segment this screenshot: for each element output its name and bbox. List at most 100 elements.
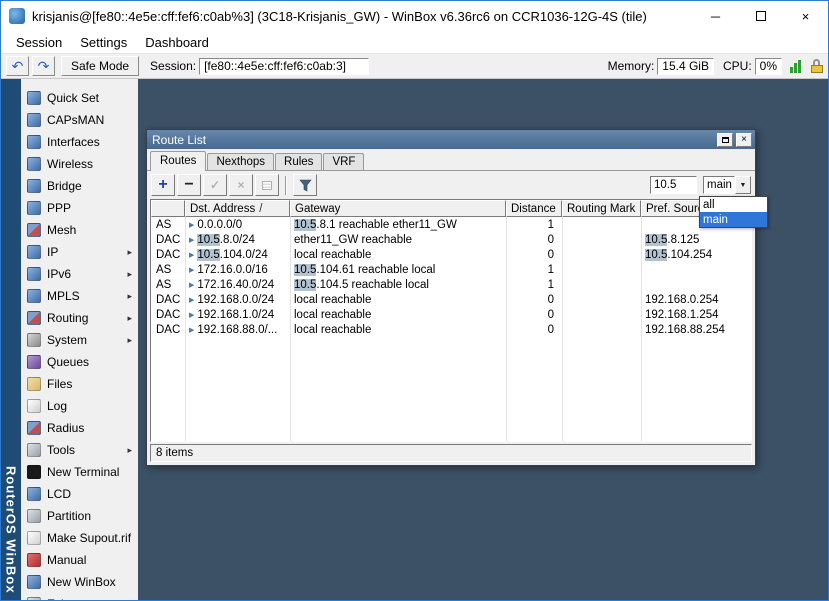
dropdown-option-all[interactable]: all [700,197,767,212]
table-row[interactable]: DAC▶192.168.0.0/24local reachable0192.16… [151,292,751,307]
sidebar-item-label: PPP [47,201,71,215]
table-row[interactable]: DAC▶10.5.104.0/24local reachable010.5.10… [151,247,751,262]
column-header-distance[interactable]: Distance [506,200,562,217]
route-marker-icon: ▶ [189,251,194,259]
safe-mode-button[interactable]: Safe Mode [61,56,139,76]
table-row[interactable]: AS▶172.16.0.0/1610.5.104.61 reachable lo… [151,262,751,277]
sidebar-item-queues[interactable]: Queues [21,351,138,373]
gateway-cell: 10.5.104.5 reachable local [290,277,506,292]
exit-icon [27,597,41,600]
submenu-arrow-icon: ▸ [127,445,132,456]
column-header-flags[interactable] [151,200,185,217]
minimize-button[interactable]: ─ [693,1,738,31]
titlebar[interactable]: krisjanis@[fe80::4e5e:cff:fef6:c0ab%3] (… [1,1,828,31]
sidebar-item-manual[interactable]: Manual [21,549,138,571]
column-header-dst-address[interactable]: Dst. Address/ [185,200,290,217]
sidebar-item-lcd[interactable]: LCD [21,483,138,505]
comment-button[interactable] [255,174,279,196]
traffic-graph-icon[interactable] [790,60,804,73]
submenu-arrow-icon: ▸ [127,313,132,324]
dst-address-value: 192.168.88.0/... [197,324,277,336]
sidebar-item-mpls[interactable]: MPLS▸ [21,285,138,307]
workspace: RouterOS WinBox Quick SetCAPsMANInterfac… [1,79,828,600]
chevron-down-icon[interactable]: ▼ [735,176,751,194]
sidebar-item-wireless[interactable]: Wireless [21,153,138,175]
dst-address-cell: ▶172.16.0.0/16 [185,262,290,277]
menu-dashboard[interactable]: Dashboard [136,33,218,52]
sidebar-item-ip[interactable]: IP▸ [21,241,138,263]
tab-nexthops[interactable]: Nexthops [207,153,274,171]
menu-settings[interactable]: Settings [71,33,136,52]
column-label: Distance [511,203,556,215]
enable-button[interactable]: ✓ [203,174,227,196]
sidebar-item-ppp[interactable]: PPP [21,197,138,219]
toolbar-separator [285,176,287,195]
distance-cell: 0 [506,247,562,262]
sidebar-item-bridge[interactable]: Bridge [21,175,138,197]
sidebar-item-ipv6[interactable]: IPv6▸ [21,263,138,285]
sidebar-item-tools[interactable]: Tools▸ [21,439,138,461]
routing-table-combobox[interactable]: main ▼ [703,176,751,194]
close-button[interactable]: × [783,1,828,31]
sidebar-item-quick-set[interactable]: Quick Set [21,87,138,109]
routing-table-dropdown: allmain [699,196,768,228]
route-flags: DAC [151,232,185,247]
filter-match: 10.5 [294,219,316,231]
route-filter-input[interactable] [650,176,697,194]
tab-vrf[interactable]: VRF [323,153,364,171]
route-list-statusbar: 8 items [150,444,752,462]
remove-route-button[interactable]: − [177,174,201,196]
queues-icon [27,355,41,369]
sidebar-item-new-winbox[interactable]: New WinBox [21,571,138,593]
sidebar-item-log[interactable]: Log [21,395,138,417]
sidebar-item-exit[interactable]: Exit [21,593,138,600]
sidebar-item-make-supout-rif[interactable]: Make Supout.rif [21,527,138,549]
table-row[interactable]: AS▶172.16.40.0/2410.5.104.5 reachable lo… [151,277,751,292]
dst-address-cell: ▶0.0.0.0/0 [185,217,290,232]
tools-icon [27,443,41,457]
sidebar-item-label: New WinBox [47,575,116,589]
route-marker-icon: ▶ [189,236,194,244]
sidebar-item-system[interactable]: System▸ [21,329,138,351]
route-flags: AS [151,277,185,292]
route-list-close-button[interactable]: × [736,133,752,147]
menu-session[interactable]: Session [7,33,71,52]
filter-match: 10.5 [294,264,316,276]
routing-mark-cell [562,217,641,232]
sidebar-item-files[interactable]: Files [21,373,138,395]
sidebar-item-routing[interactable]: Routing▸ [21,307,138,329]
redo-button[interactable]: ↷ [32,56,55,76]
sidebar-item-label: New Terminal [47,465,119,479]
sidebar-item-capsman[interactable]: CAPsMAN [21,109,138,131]
session-address-field[interactable]: [fe80::4e5e:cff:fef6:c0ab:3] [199,58,369,75]
add-route-button[interactable]: + [151,174,175,196]
partition-icon [27,509,41,523]
dropdown-option-main[interactable]: main [700,212,767,227]
routing-table-value: main [703,176,735,194]
filter-button[interactable] [293,174,317,196]
tab-rules[interactable]: Rules [275,153,322,171]
table-row[interactable]: AS▶0.0.0.0/010.5.8.1 reachable ether11_G… [151,217,751,232]
sidebar-item-label: Mesh [47,223,76,237]
maximize-button[interactable] [738,1,783,31]
table-row[interactable]: DAC▶10.5.8.0/24ether11_GW reachable010.5… [151,232,751,247]
column-header-gateway[interactable]: Gateway [290,200,506,217]
sidebar-item-interfaces[interactable]: Interfaces [21,131,138,153]
sidebar-item-partition[interactable]: Partition [21,505,138,527]
column-header-routing-mark[interactable]: Routing Mark [562,200,641,217]
tab-routes[interactable]: Routes [150,151,206,171]
route-marker-icon: ▶ [189,326,194,334]
dst-address-value: 10.5.104.0/24 [197,249,267,261]
dst-address-cell: ▶192.168.0.0/24 [185,292,290,307]
undo-button[interactable]: ↶ [6,56,29,76]
mesh-icon [27,223,41,237]
disable-button[interactable]: × [229,174,253,196]
table-row[interactable]: DAC▶192.168.88.0/...local reachable0192.… [151,322,751,337]
gateway-cell: local reachable [290,292,506,307]
sidebar-item-radius[interactable]: Radius [21,417,138,439]
route-list-maximize-button[interactable] [717,133,733,147]
table-row[interactable]: DAC▶192.168.1.0/24local reachable0192.16… [151,307,751,322]
sidebar-item-new-terminal[interactable]: New Terminal [21,461,138,483]
sidebar-item-mesh[interactable]: Mesh [21,219,138,241]
route-list-titlebar[interactable]: Route List × [147,130,755,149]
